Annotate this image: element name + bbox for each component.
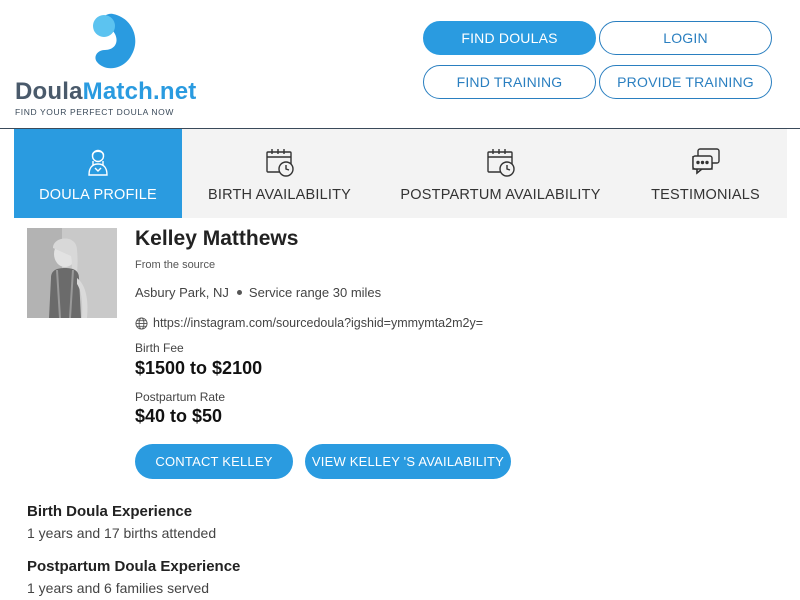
birth-fee-label: Birth Fee <box>135 341 184 355</box>
service-range-text: Service range 30 miles <box>248 285 382 300</box>
tab-postpartum-availability[interactable]: POSTPARTUM AVAILABILITY <box>377 129 624 218</box>
profile-tabs: DOULA PROFILE BIRTH AVAILABILITY POSTPAR… <box>14 129 787 218</box>
location-text: Asbury Park, NJ <box>135 285 229 300</box>
provide-training-button[interactable]: PROVIDE TRAINING <box>599 65 772 99</box>
doula-subtitle: From the source <box>135 259 216 271</box>
find-training-button[interactable]: FIND TRAINING <box>423 65 596 99</box>
tab-testimonials[interactable]: TESTIMONIALS <box>624 129 787 218</box>
doula-name: Kelley Matthews <box>135 227 299 250</box>
logo-wordmark: DoulaMatch.net <box>15 78 197 105</box>
logo-tagline: FIND YOUR PERFECT DOULA NOW <box>15 107 174 117</box>
tab-birth-availability[interactable]: BIRTH AVAILABILITY <box>182 129 377 218</box>
tab-label: DOULA PROFILE <box>39 187 157 203</box>
birth-experience-text: 1 years and 17 births attended <box>27 525 217 541</box>
site-logo[interactable]: DoulaMatch.net FIND YOUR PERFECT DOULA N… <box>15 10 205 120</box>
tab-label: POSTPARTUM AVAILABILITY <box>400 187 601 203</box>
calendar-clock-icon <box>263 145 297 179</box>
contact-button[interactable]: CONTACT KELLEY <box>135 444 293 479</box>
postpartum-experience-title: Postpartum Doula Experience <box>27 558 241 575</box>
calendar-clock-icon <box>484 145 518 179</box>
tab-label: BIRTH AVAILABILITY <box>207 187 351 203</box>
logo-mark-icon <box>93 13 136 69</box>
birth-fee-value: $1500 to $2100 <box>135 358 263 378</box>
birth-experience-title: Birth Doula Experience <box>27 503 193 520</box>
website-line: https://instagram.com/sourcedoula?igshid… <box>135 316 483 330</box>
postpartum-experience-text: 1 years and 6 families served <box>27 580 210 596</box>
login-button[interactable]: LOGIN <box>599 21 772 55</box>
tab-label: TESTIMONIALS <box>651 187 760 203</box>
postpartum-rate-value: $40 to $50 <box>135 406 223 426</box>
tab-doula-profile[interactable]: DOULA PROFILE <box>14 129 182 218</box>
chat-bubbles-icon <box>689 145 723 179</box>
postpartum-rate-label: Postpartum Rate <box>135 390 226 404</box>
website-link[interactable]: https://instagram.com/sourcedoula?igshid… <box>153 316 483 330</box>
site-header: DoulaMatch.net FIND YOUR PERFECT DOULA N… <box>0 0 800 129</box>
globe-icon <box>135 316 148 330</box>
doula-photo <box>27 228 117 318</box>
find-doulas-button[interactable]: FIND DOULAS <box>423 21 596 55</box>
view-availability-button[interactable]: VIEW KELLEY 'S AVAILABILITY <box>305 444 511 479</box>
location-line: Asbury Park, NJ Service range 30 miles <box>135 285 381 300</box>
separator-dot <box>236 290 242 295</box>
doula-person-icon <box>81 145 115 179</box>
